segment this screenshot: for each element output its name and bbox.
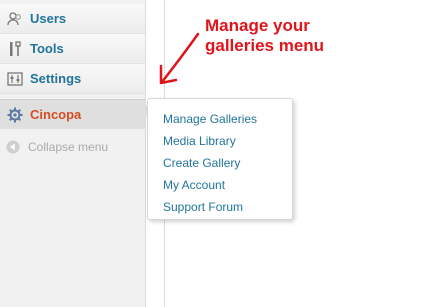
sidebar-item-label: Users	[30, 11, 67, 26]
annotation-line-2: galleries menu	[205, 36, 325, 55]
submenu-item-media-library[interactable]: Media Library	[163, 130, 292, 152]
collapse-menu-label: Collapse menu	[28, 140, 109, 154]
sidebar-item-label: Cincopa	[30, 107, 82, 122]
users-icon	[6, 10, 24, 28]
submenu-item-manage-galleries[interactable]: Manage Galleries	[163, 108, 292, 130]
sidebar-item-cincopa[interactable]: Cincopa	[0, 99, 145, 129]
submenu-item-support-forum[interactable]: Support Forum	[163, 196, 292, 218]
collapse-menu-button[interactable]: Collapse menu	[0, 134, 145, 160]
annotation-line-1: Manage your	[205, 16, 310, 35]
sidebar-item-users[interactable]: Users	[0, 4, 145, 34]
settings-icon	[6, 70, 24, 88]
submenu-item-create-gallery[interactable]: Create Gallery	[163, 152, 292, 174]
annotation-text: Manage your galleries menu	[205, 16, 425, 56]
sidebar-item-tools[interactable]: Tools	[0, 34, 145, 64]
sidebar-item-label: Tools	[30, 41, 64, 56]
sidebar-item-settings[interactable]: Settings	[0, 64, 145, 94]
tools-icon	[6, 40, 24, 58]
cincopa-submenu: Manage Galleries Media Library Create Ga…	[147, 98, 293, 220]
cincopa-icon	[6, 106, 24, 124]
sidebar-item-label: Settings	[30, 71, 82, 86]
annotation-arrow-icon	[159, 32, 200, 85]
submenu-item-my-account[interactable]: My Account	[163, 174, 292, 196]
collapse-arrow-icon	[6, 140, 20, 154]
